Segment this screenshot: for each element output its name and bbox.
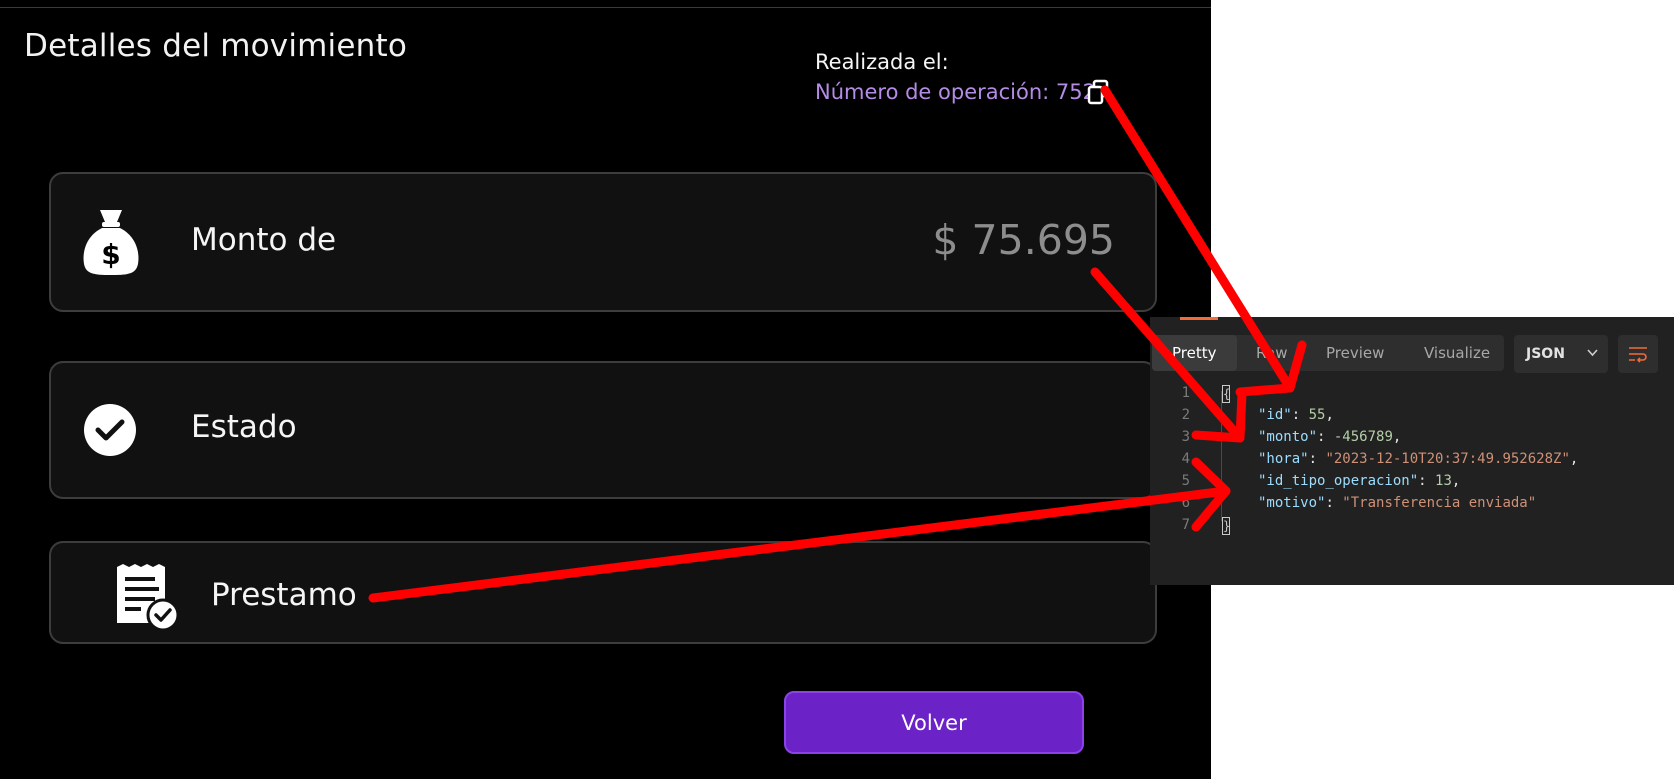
line-number: 6: [1181, 495, 1190, 511]
chevron-down-icon: [1587, 349, 1598, 357]
svg-text:$: $: [101, 238, 120, 271]
page-title: Detalles del movimiento: [24, 28, 407, 64]
active-tab-indicator: [1180, 317, 1218, 320]
check-circle-icon: [84, 404, 136, 456]
json-value: -456789: [1333, 429, 1393, 445]
copy-icon[interactable]: [1085, 78, 1113, 106]
api-response-panel: Pretty Raw Preview Visualize JSON 1 2 3 …: [1150, 317, 1674, 585]
json-value: "Transferencia enviada": [1342, 495, 1537, 511]
amount-card: $ Monto de $ 75.695: [49, 172, 1157, 312]
money-bag-icon: $: [83, 210, 139, 275]
json-key: "id_tipo_operacion": [1258, 473, 1419, 489]
status-label: Estado: [191, 409, 297, 445]
status-card: Estado: [49, 361, 1157, 499]
open-brace: {: [1222, 385, 1231, 403]
json-key: "motivo": [1258, 495, 1326, 511]
line-number: 4: [1181, 451, 1190, 467]
json-line: "id_tipo_operacion": 13,: [1258, 473, 1461, 489]
json-key: "monto": [1258, 429, 1318, 445]
tab-pretty[interactable]: Pretty: [1152, 335, 1237, 371]
json-line: "id": 55,: [1258, 407, 1334, 423]
line-number: 7: [1181, 517, 1190, 533]
response-view-tabs: Pretty Raw Preview Visualize: [1152, 335, 1504, 371]
line-number: 1: [1181, 385, 1190, 401]
tab-raw[interactable]: Raw: [1256, 335, 1288, 371]
json-key: "id": [1258, 407, 1292, 423]
realizada-label: Realizada el:: [815, 50, 949, 74]
json-value: 13: [1435, 473, 1452, 489]
operation-number: Número de operación: 752: [815, 80, 1096, 104]
operation-type-card: Prestamo: [49, 541, 1157, 644]
top-divider: [0, 7, 1211, 8]
receipt-check-icon: [117, 564, 180, 631]
indent-guide: [1221, 391, 1222, 521]
json-key: "hora": [1258, 451, 1309, 467]
tab-visualize[interactable]: Visualize: [1424, 335, 1490, 371]
operation-type-label: Prestamo: [211, 577, 357, 613]
close-brace: }: [1222, 517, 1231, 535]
back-button[interactable]: Volver: [784, 691, 1084, 754]
tab-preview[interactable]: Preview: [1326, 335, 1384, 371]
wrap-lines-button[interactable]: [1618, 335, 1658, 373]
json-value: "2023-12-10T20:37:49.952628Z": [1325, 451, 1570, 467]
movement-details-screen: Detalles del movimiento Realizada el: Nú…: [0, 0, 1211, 779]
format-select-value: JSON: [1526, 346, 1565, 362]
amount-label: Monto de: [191, 222, 337, 258]
line-number: 3: [1181, 429, 1190, 445]
wrap-lines-icon: [1629, 347, 1647, 363]
json-line: "monto": -456789,: [1258, 429, 1402, 445]
amount-value: $ 75.695: [932, 216, 1115, 264]
format-select[interactable]: JSON: [1514, 335, 1608, 373]
line-number: 5: [1181, 473, 1190, 489]
json-line: "hora": "2023-12-10T20:37:49.952628Z",: [1258, 451, 1579, 467]
line-number: 2: [1181, 407, 1190, 423]
json-value: 55: [1308, 407, 1326, 423]
json-line: "motivo": "Transferencia enviada": [1258, 495, 1537, 511]
